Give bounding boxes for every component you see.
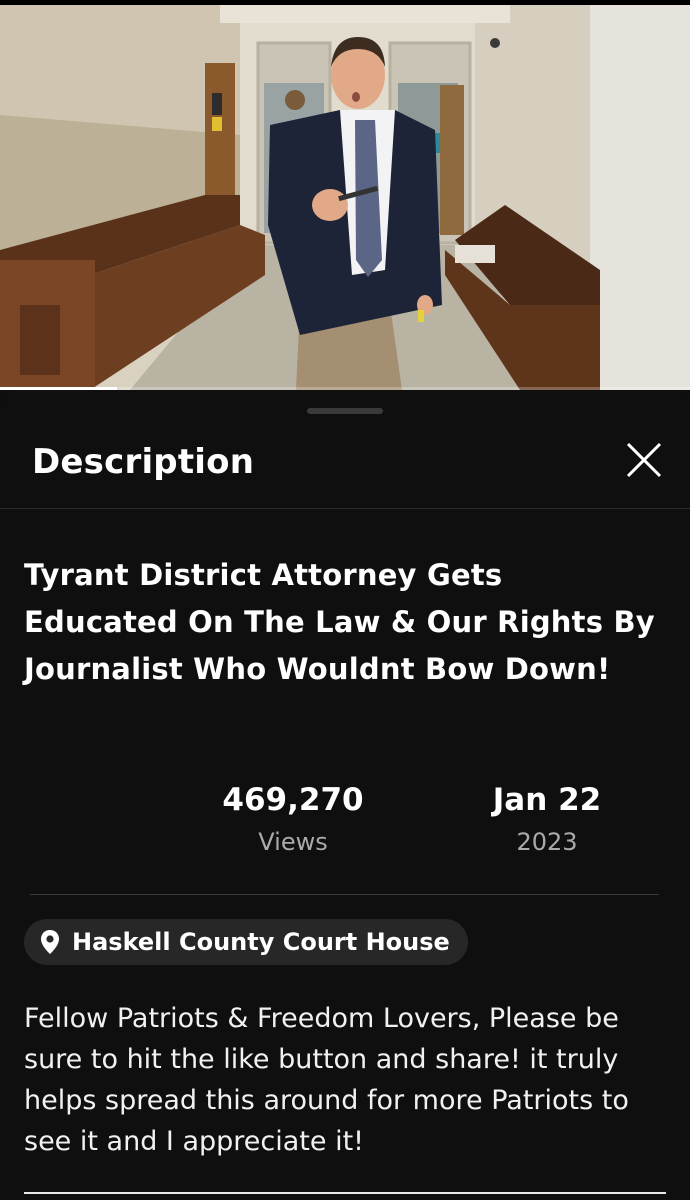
upload-date: Jan 22 (492, 782, 602, 818)
video-title: Tyrant District Attorney Gets Educated O… (24, 558, 655, 686)
stats-divider (30, 894, 659, 895)
header-divider (0, 508, 690, 509)
location-label: Haskell County Court House (72, 928, 450, 956)
location-chip[interactable]: Haskell County Court House (24, 919, 468, 965)
views-label: Views (258, 828, 328, 856)
close-button[interactable] (622, 438, 666, 482)
views-stat: 469,270 Views (193, 782, 393, 856)
location-pin-icon (41, 930, 59, 954)
date-stat: Jan 22 2023 (447, 782, 647, 856)
description-sheet: Description Tyrant District Attorney Get… (0, 390, 690, 1200)
video-frame (0, 5, 690, 390)
video-player[interactable] (0, 5, 690, 390)
sheet-title: Description (32, 442, 255, 482)
views-count: 469,270 (222, 782, 364, 818)
drag-handle[interactable] (307, 408, 383, 414)
sheet-header: Description (0, 428, 690, 508)
bottom-divider (24, 1192, 666, 1194)
upload-year: 2023 (516, 828, 578, 856)
video-description: Fellow Patriots & Freedom Lovers, Please… (24, 1003, 629, 1157)
close-icon (626, 442, 662, 478)
